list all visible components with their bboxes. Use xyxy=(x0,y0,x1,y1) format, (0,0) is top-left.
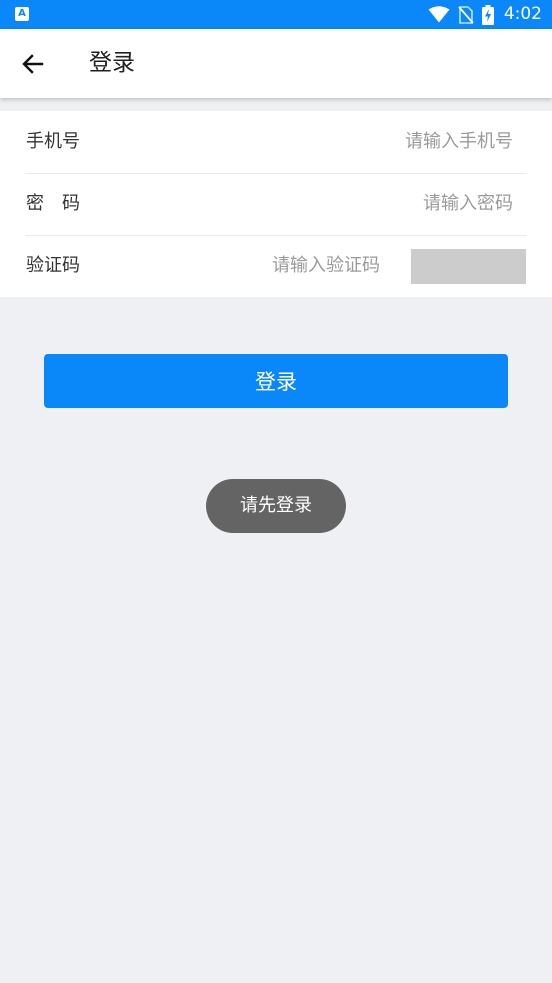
login-form: 手机号 密 码 验证码 xyxy=(0,111,552,297)
phone-label: 手机号 xyxy=(26,131,80,152)
captcha-row: 验证码 xyxy=(25,235,527,297)
page-title: 登录 xyxy=(89,50,135,76)
password-label: 密 码 xyxy=(26,193,80,214)
arrow-left-icon[interactable] xyxy=(20,51,46,77)
captcha-input[interactable] xyxy=(165,235,380,297)
password-row: 密 码 xyxy=(25,173,527,236)
no-sim-icon xyxy=(458,5,474,24)
toast-message: 请先登录 xyxy=(206,479,346,533)
captcha-label: 验证码 xyxy=(26,255,80,276)
status-time: 4:02 xyxy=(503,4,542,24)
phone-row: 手机号 xyxy=(25,111,527,174)
app-notification-icon: A xyxy=(15,7,29,21)
status-icons: 4:02 xyxy=(428,0,542,29)
password-input[interactable] xyxy=(165,173,513,235)
login-button[interactable]: 登录 xyxy=(44,354,508,408)
wifi-icon xyxy=(428,6,450,23)
status-bar: A 4:02 xyxy=(0,0,552,29)
phone-input[interactable] xyxy=(165,111,513,173)
captcha-image[interactable] xyxy=(411,249,526,284)
battery-charging-icon xyxy=(481,4,494,25)
app-bar: 登录 xyxy=(0,29,552,98)
